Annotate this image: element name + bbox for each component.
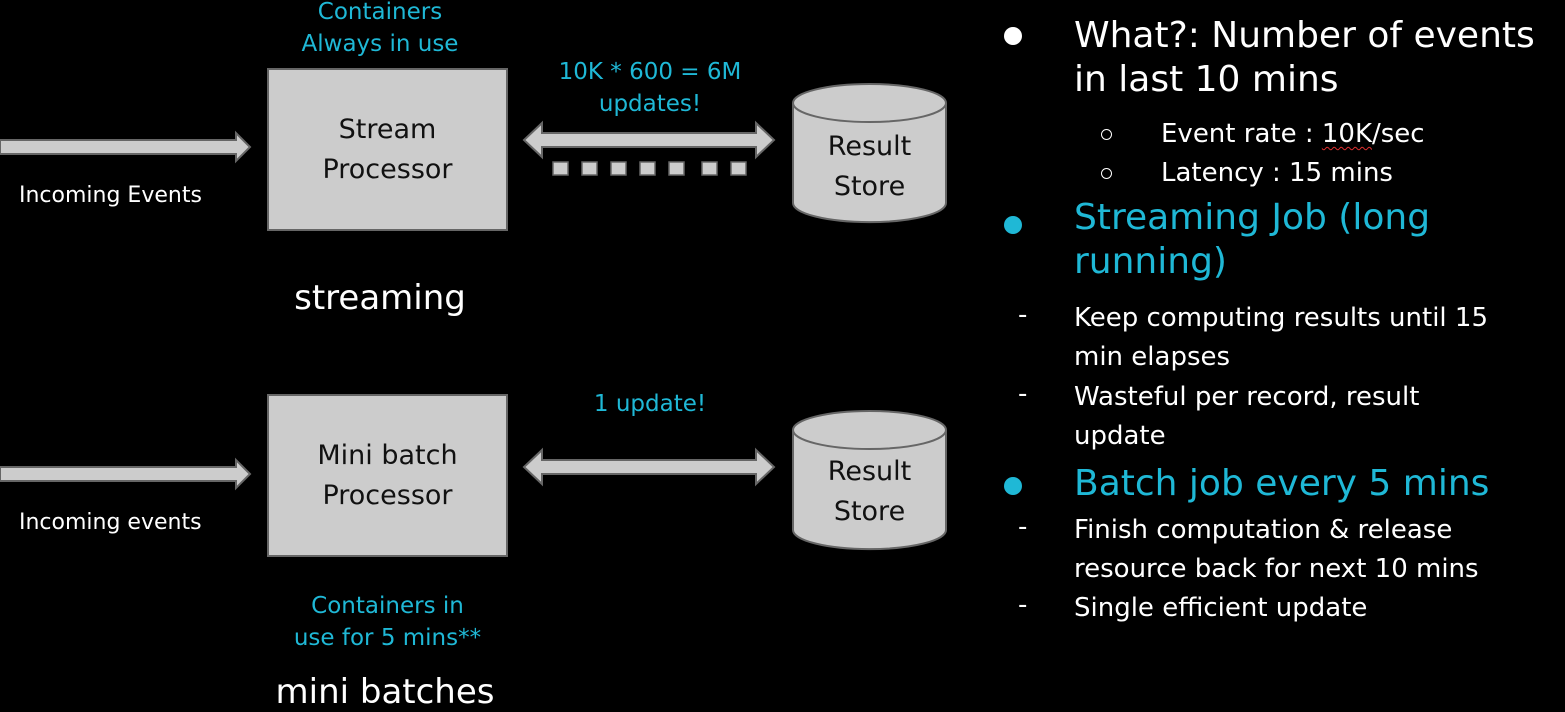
dash-block bbox=[668, 161, 685, 176]
event-rate-prefix: Event rate : bbox=[1161, 119, 1322, 149]
hollow-circle-bullet-icon bbox=[1101, 168, 1112, 179]
dash-bullet-icon: - bbox=[1018, 300, 1028, 330]
bullet-line: Single efficient update bbox=[1074, 593, 1368, 623]
processor-label-line: Processor bbox=[322, 153, 453, 185]
sub-bullet-event-rate: Event rate : 10K/sec bbox=[1161, 115, 1425, 154]
store-label-line: Store bbox=[833, 171, 906, 202]
bullet-line: What?: Number of events bbox=[1074, 15, 1535, 56]
event-rate-suffix: /sec bbox=[1372, 119, 1425, 149]
update-note-line: 10K * 600 = 6M bbox=[558, 59, 742, 85]
stream-processor-box: Stream Processor bbox=[267, 68, 508, 231]
mini-batch-processor-box: Mini batch Processor bbox=[267, 394, 508, 557]
bullet-dot-icon bbox=[1004, 216, 1022, 234]
bullet-line: Keep computing results until 15 bbox=[1074, 303, 1489, 333]
streaming-section-title: streaming bbox=[294, 278, 466, 318]
container-note-line: Containers in bbox=[311, 593, 464, 619]
incoming-arrow-batch bbox=[0, 457, 252, 491]
sub-bullet-keep-computing: Keep computing results until 15 min elap… bbox=[1074, 299, 1488, 377]
bullet-line: resource back for next 10 mins bbox=[1074, 554, 1479, 584]
processor-label-line: Stream bbox=[338, 113, 437, 145]
sub-bullet-latency: Latency : 15 mins bbox=[1161, 158, 1393, 188]
dash-bullet-icon: - bbox=[1018, 512, 1028, 542]
spellcheck-flagged-word: 10K bbox=[1321, 119, 1372, 149]
dash-block bbox=[610, 161, 627, 176]
bidirectional-arrow-batch bbox=[522, 447, 776, 487]
store-label-line: Result bbox=[827, 131, 912, 162]
dash-block-group bbox=[552, 161, 747, 176]
bullet-what: What?: Number of events in last 10 mins bbox=[1074, 14, 1535, 102]
dash-block bbox=[730, 161, 747, 176]
bullet-line: min elapses bbox=[1074, 342, 1231, 372]
processor-label-line: Mini batch bbox=[317, 439, 458, 471]
update-note-line: updates! bbox=[598, 91, 702, 117]
sub-bullet-finish-computation: Finish computation & release resource ba… bbox=[1074, 511, 1479, 589]
bullet-line: update bbox=[1074, 421, 1166, 451]
store-label-line: Store bbox=[833, 496, 906, 527]
batch-container-note: Containers in use for 5 mins** bbox=[260, 590, 515, 654]
batch-update-note: 1 update! bbox=[593, 391, 707, 417]
dash-block bbox=[701, 161, 718, 176]
streaming-update-note: 10K * 600 = 6M updates! bbox=[530, 56, 770, 120]
bullet-line: Wasteful per record, result bbox=[1074, 382, 1420, 412]
mini-batches-section-title: mini batches bbox=[275, 672, 495, 712]
bullet-line: in last 10 mins bbox=[1074, 59, 1339, 100]
sub-bullet-wasteful: Wasteful per record, result update bbox=[1074, 378, 1419, 456]
per-record-updates-dashes bbox=[552, 161, 747, 176]
streaming-container-note: Containers Always in use bbox=[270, 0, 490, 60]
container-note-line: Always in use bbox=[301, 31, 459, 57]
dash-bullet-icon: - bbox=[1018, 590, 1028, 620]
dash-block bbox=[639, 161, 656, 176]
bullet-dot-icon bbox=[1004, 477, 1022, 495]
bullet-line: Streaming Job (long bbox=[1074, 197, 1431, 238]
bidirectional-arrow-streaming bbox=[522, 120, 776, 160]
bullet-batch-job: Batch job every 5 mins bbox=[1074, 462, 1489, 506]
hollow-circle-bullet-icon bbox=[1101, 129, 1112, 140]
sub-bullet-single-update: Single efficient update bbox=[1074, 589, 1367, 628]
dash-block bbox=[581, 161, 598, 176]
processor-label-line: Processor bbox=[322, 479, 453, 511]
bullet-line: Finish computation & release bbox=[1074, 515, 1453, 545]
incoming-events-label: Incoming Events bbox=[19, 183, 202, 208]
bullet-streaming-job: Streaming Job (long running) bbox=[1074, 196, 1430, 284]
dash-block bbox=[552, 161, 569, 176]
result-store-cylinder-batch: Result Store bbox=[792, 410, 947, 551]
incoming-events-label: Incoming events bbox=[19, 510, 202, 535]
container-note-line: Containers bbox=[317, 0, 443, 25]
store-label-line: Result bbox=[827, 456, 912, 487]
dash-bullet-icon: - bbox=[1018, 379, 1028, 409]
bullet-line: Batch job every 5 mins bbox=[1074, 463, 1490, 504]
container-note-line: use for 5 mins** bbox=[293, 625, 482, 651]
result-store-cylinder-streaming: Result Store bbox=[792, 83, 947, 224]
bullet-dot-icon bbox=[1004, 27, 1022, 45]
incoming-arrow-streaming bbox=[0, 130, 252, 164]
bullet-line: running) bbox=[1074, 241, 1227, 282]
